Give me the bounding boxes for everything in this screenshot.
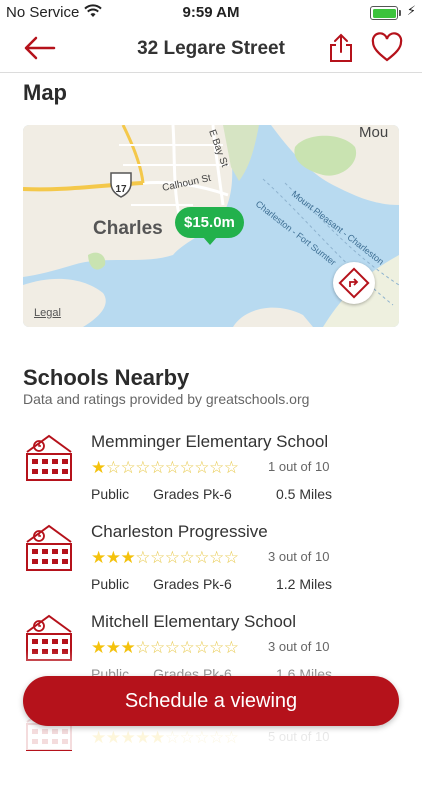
directions-icon xyxy=(338,267,370,299)
rating-star-icon: ☆ xyxy=(223,548,239,567)
school-name: Memminger Elementary School xyxy=(91,432,329,451)
school-row[interactable]: Charleston Progressive ★★★☆☆☆☆☆☆☆ 3 out of… xyxy=(0,522,422,612)
rating-star-icon: ☆ xyxy=(164,548,180,567)
rating-star-icon: ☆ xyxy=(209,548,224,567)
schools-section-title: Schools Nearby xyxy=(23,365,190,390)
school-meta: Public Grades Pk-6 0.5 Miles xyxy=(91,486,332,502)
rating-star-icon: ☆ xyxy=(150,458,165,477)
school-distance: 1.2 Miles xyxy=(276,576,333,592)
school-name: Charleston Progressive xyxy=(91,522,268,541)
rating-star-icon: ★ xyxy=(105,548,121,567)
school-rating-text: 3 out of 10 xyxy=(268,549,330,564)
rating-star-icon: ☆ xyxy=(135,458,150,477)
schools-subtitle: Data and ratings provided by greatschool… xyxy=(23,391,310,407)
map-legal-link[interactable]: Legal xyxy=(34,307,61,319)
school-type: Public xyxy=(91,576,130,592)
rating-star-icon: ★ xyxy=(91,548,106,567)
rating-star-icon: ☆ xyxy=(150,548,165,567)
rating-star-icon: ☆ xyxy=(135,548,150,567)
rating-star-icon: ☆ xyxy=(209,458,224,477)
rating-star-icon: ☆ xyxy=(194,458,209,477)
school-meta xyxy=(91,756,139,772)
battery-icon xyxy=(370,6,401,20)
share-icon[interactable] xyxy=(326,32,356,64)
directions-button[interactable] xyxy=(333,262,375,304)
rating-star-icon: ★ xyxy=(120,548,136,567)
school-rating-text: 1 out of 10 xyxy=(268,459,330,474)
heart-icon[interactable] xyxy=(370,32,404,64)
map-section-title: Map xyxy=(23,80,67,105)
status-bar: No Service 9:59 AM ⚡ xyxy=(0,0,422,24)
school-type: Public xyxy=(91,486,130,502)
school-building-icon xyxy=(23,522,75,574)
map-label-mount: Mou xyxy=(359,125,388,141)
school-name: Mitchell Elementary School xyxy=(91,612,297,631)
rating-star-icon: ☆ xyxy=(105,458,121,477)
nav-bar: 32 Legare Street xyxy=(0,24,422,73)
rating-star-icon: ☆ xyxy=(164,458,180,477)
rating-star-icon: ☆ xyxy=(120,458,136,477)
school-building-icon xyxy=(23,432,75,484)
school-grades: Grades Pk-6 xyxy=(153,486,232,502)
page-title: 32 Legare Street xyxy=(137,38,285,59)
price-pin[interactable]: $15.0m xyxy=(175,207,244,245)
map-label-ferry-fort-sumter: Charleston - Fort Sumter xyxy=(254,199,338,268)
charging-icon: ⚡ xyxy=(406,3,416,18)
rating-star-icon: ☆ xyxy=(223,458,239,477)
route-17-label: 17 xyxy=(115,184,127,195)
rating-star-icon: ☆ xyxy=(179,458,195,477)
school-rating-stars: ★★★☆☆☆☆☆☆☆ xyxy=(91,548,239,568)
school-meta: Public Grades Pk-6 1.2 Miles xyxy=(91,576,332,592)
rating-star-icon: ☆ xyxy=(179,548,195,567)
rating-star-icon: ☆ xyxy=(194,548,209,567)
rating-star-icon: ★ xyxy=(91,458,106,477)
map-label-charleston: Charles xyxy=(93,218,163,239)
school-distance: 0.5 Miles xyxy=(276,486,333,502)
clock: 9:59 AM xyxy=(182,4,240,21)
school-rating-stars: ★☆☆☆☆☆☆☆☆☆ xyxy=(91,458,239,478)
schedule-viewing-button[interactable]: Schedule a viewing xyxy=(23,676,399,726)
map-view[interactable]: 17 Charles Calhoun St E Bay St Charlesto… xyxy=(23,125,399,327)
school-row[interactable]: Memminger Elementary School ★☆☆☆☆☆☆☆☆☆ 1 o… xyxy=(0,432,422,522)
school-grades: Grades Pk-6 xyxy=(153,576,232,592)
